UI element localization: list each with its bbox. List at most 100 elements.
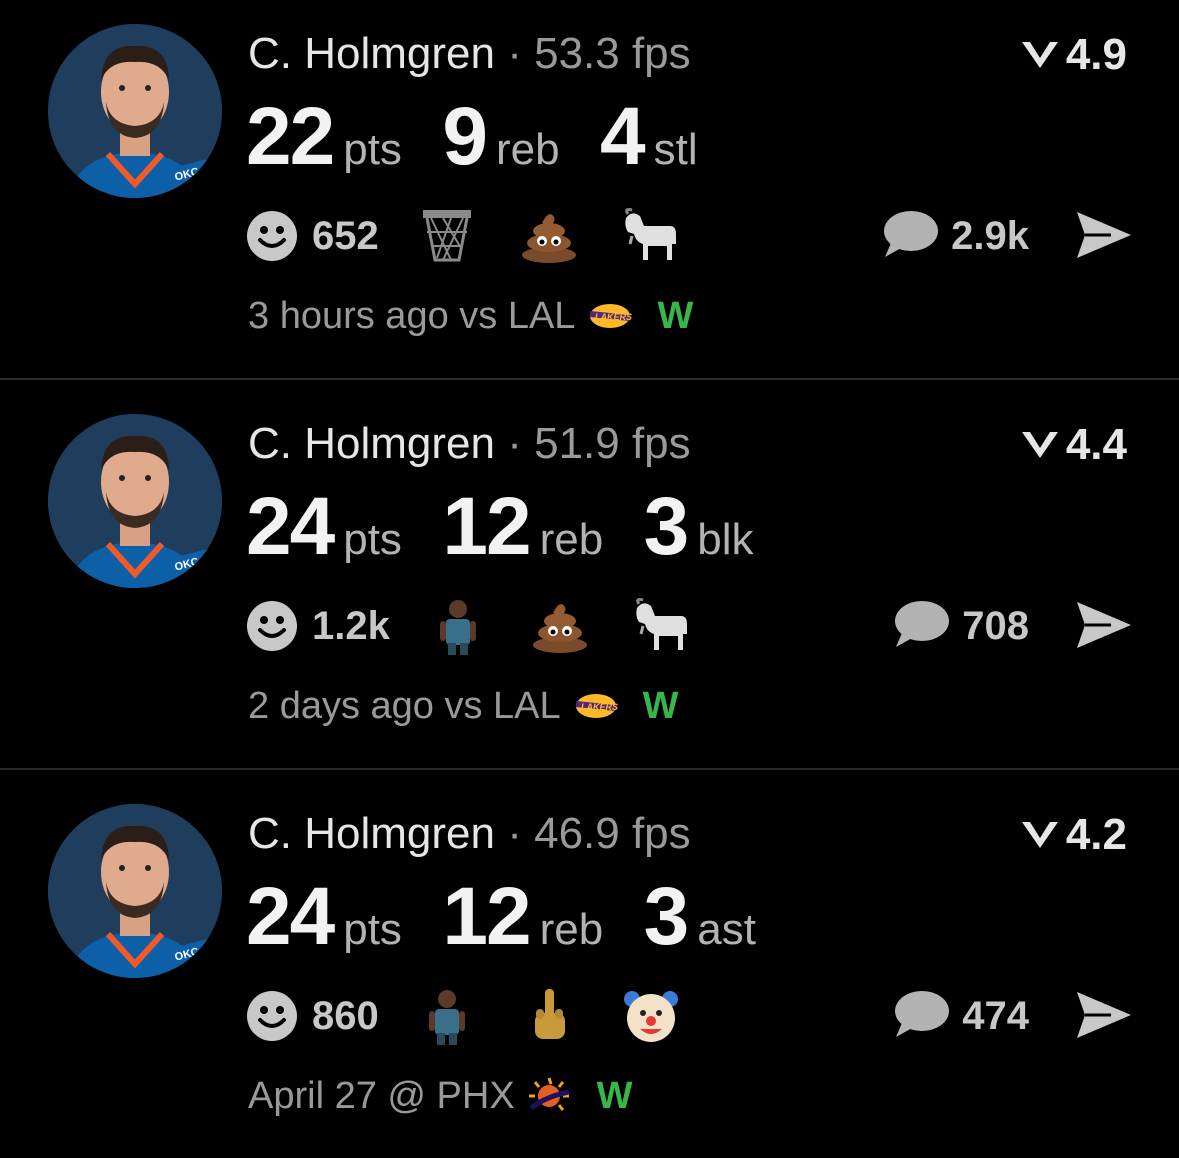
stat-item: 24 pts [246,482,402,572]
stat-unit: stl [653,125,698,174]
reactions-row: 1.2k [246,596,734,656]
stat-unit: reb [495,125,560,174]
speech-bubble-icon [894,989,950,1044]
game-post-card[interactable]: OKC C. Holmgren · 46.9 fps 4.2 24 pts 12 r… [0,780,1179,1158]
send-arrow-icon[interactable] [1075,600,1133,655]
reaction-count[interactable]: 652 [312,214,379,259]
reaction-count[interactable]: 860 [312,994,379,1039]
stat-unit: pts [343,125,402,174]
stat-item: 3 ast [644,872,756,962]
separator-dot: · [507,419,522,468]
game-info: 3 hours ago vs LAL LAKERS W [248,292,693,340]
separator-dot: · [507,809,522,858]
game-post-card[interactable]: OKC C. Holmgren · 51.9 fps 4.4 24 pts 12 r… [0,390,1179,768]
post-headline: C. Holmgren · 46.9 fps [248,808,691,860]
smiley-face-icon[interactable] [246,600,298,652]
player-sticker-icon[interactable] [417,986,477,1046]
stat-value: 12 [442,871,531,962]
reactions-row: 860 [246,986,723,1046]
divider [0,768,1179,770]
fantasy-v-icon [1020,38,1060,72]
stat-line: 24 pts 12 reb 3 blk [246,482,790,572]
rating: 4.9 [1020,30,1127,80]
post-headline: C. Holmgren · 51.9 fps [248,418,691,470]
rating-value: 4.4 [1065,420,1127,469]
smiley-face-icon[interactable] [246,990,298,1042]
post-headline: C. Holmgren · 53.3 fps [248,28,691,80]
stat-value: 24 [246,481,335,572]
stat-unit: pts [343,905,402,954]
fantasy-points: 53.3 fps [534,29,691,78]
stat-value: 4 [600,91,646,182]
rating-value: 4.9 [1065,30,1127,79]
player-name[interactable]: C. Holmgren [248,809,495,858]
basketball-hoop-icon[interactable] [417,206,477,266]
stat-item: 12 reb [442,482,603,572]
middle-finger-emoji-icon[interactable] [519,986,579,1046]
stat-unit: pts [343,515,402,564]
stat-unit: ast [697,905,756,954]
player-name[interactable]: C. Holmgren [248,29,495,78]
speech-bubble-icon [883,209,939,264]
fantasy-v-icon [1020,818,1060,852]
comments-button[interactable]: 474 [894,986,1029,1046]
fantasy-points: 51.9 fps [534,419,691,468]
stat-value: 24 [246,871,335,962]
stat-value: 22 [246,91,335,182]
comment-count: 474 [962,993,1029,1038]
player-avatar[interactable]: OKC [48,24,222,198]
poop-emoji-icon[interactable] [530,596,590,656]
comments-button[interactable]: 2.9k [883,206,1029,266]
speech-bubble-icon [894,599,950,654]
comments-button[interactable]: 708 [894,596,1029,656]
goat-emoji-icon[interactable] [621,206,681,266]
fantasy-points: 46.9 fps [534,809,691,858]
game-info: 2 days ago vs LAL LAKERS W [248,682,679,730]
send-arrow-icon[interactable] [1075,210,1133,265]
stat-unit: reb [539,905,604,954]
game-info: April 27 @ PHX W [248,1072,633,1120]
svg-text:LAKERS: LAKERS [595,312,632,322]
lakers-logo-icon: LAKERS [587,301,633,331]
clown-emoji-icon[interactable] [621,986,681,1046]
stat-item: 24 pts [246,872,402,962]
player-name[interactable]: C. Holmgren [248,419,495,468]
game-post-card[interactable]: OKC C. Holmgren · 53.3 fps 4.9 22 pts 9 re… [0,0,1179,378]
comment-count: 2.9k [951,213,1029,258]
rating: 4.4 [1020,420,1127,470]
goat-emoji-icon[interactable] [632,596,692,656]
smiley-face-icon[interactable] [246,210,298,262]
send-arrow-icon[interactable] [1075,990,1133,1045]
game-result: W [657,294,694,337]
stat-item: 4 stl [600,92,698,182]
divider [0,378,1179,380]
reactions-row: 652 [246,206,723,266]
comment-count: 708 [962,603,1029,648]
stat-item: 3 blk [644,482,754,572]
player-avatar[interactable]: OKC [48,804,222,978]
stat-unit: reb [539,515,604,564]
stat-item: 12 reb [442,872,603,962]
game-result: W [642,684,679,727]
stat-value: 12 [442,481,531,572]
reaction-count[interactable]: 1.2k [312,604,390,649]
player-avatar[interactable]: OKC [48,414,222,588]
game-time-opponent: 3 hours ago vs LAL [248,294,576,337]
stat-value: 3 [643,871,690,962]
rating: 4.2 [1020,810,1127,860]
stat-value: 3 [643,481,690,572]
suns-logo-icon [527,1076,573,1116]
stat-item: 9 reb [442,92,559,182]
stat-line: 22 pts 9 reb 4 stl [246,92,734,182]
svg-text:LAKERS: LAKERS [581,702,618,712]
poop-emoji-icon[interactable] [519,206,579,266]
game-result: W [596,1074,633,1117]
lakers-logo-icon: LAKERS [573,691,619,721]
game-time-opponent: 2 days ago vs LAL [248,684,561,727]
stat-unit: blk [697,515,754,564]
stat-line: 24 pts 12 reb 3 ast [246,872,792,962]
player-sticker-icon[interactable] [428,596,488,656]
stat-item: 22 pts [246,92,402,182]
rating-value: 4.2 [1065,810,1127,859]
fantasy-v-icon [1020,428,1060,462]
